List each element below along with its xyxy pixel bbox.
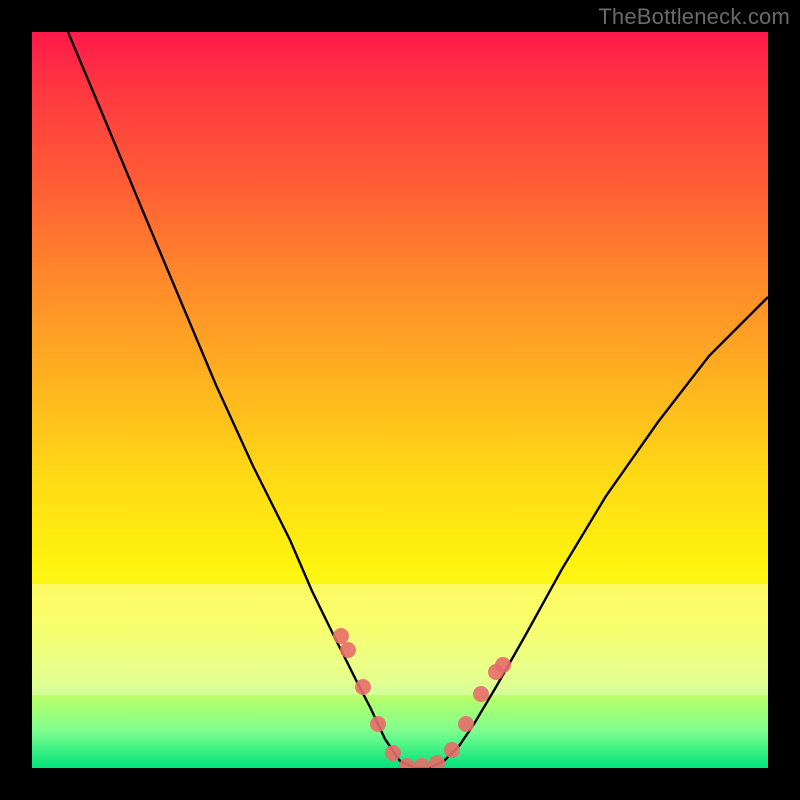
marker-dot xyxy=(458,716,474,732)
bottleneck-curve xyxy=(68,32,768,768)
marker-group xyxy=(333,628,511,768)
curve-layer xyxy=(32,32,768,768)
marker-dot xyxy=(429,755,445,768)
marker-dot xyxy=(340,642,356,658)
marker-dot xyxy=(399,758,415,768)
marker-dot xyxy=(385,745,401,761)
marker-dot xyxy=(444,742,460,758)
marker-dot xyxy=(370,716,386,732)
plot-area xyxy=(32,32,768,768)
marker-dot xyxy=(473,686,489,702)
marker-dot xyxy=(495,657,511,673)
outer-frame: TheBottleneck.com xyxy=(0,0,800,800)
marker-dot xyxy=(414,758,430,768)
marker-dot xyxy=(333,628,349,644)
marker-dot xyxy=(355,679,371,695)
watermark-text: TheBottleneck.com xyxy=(598,4,790,30)
